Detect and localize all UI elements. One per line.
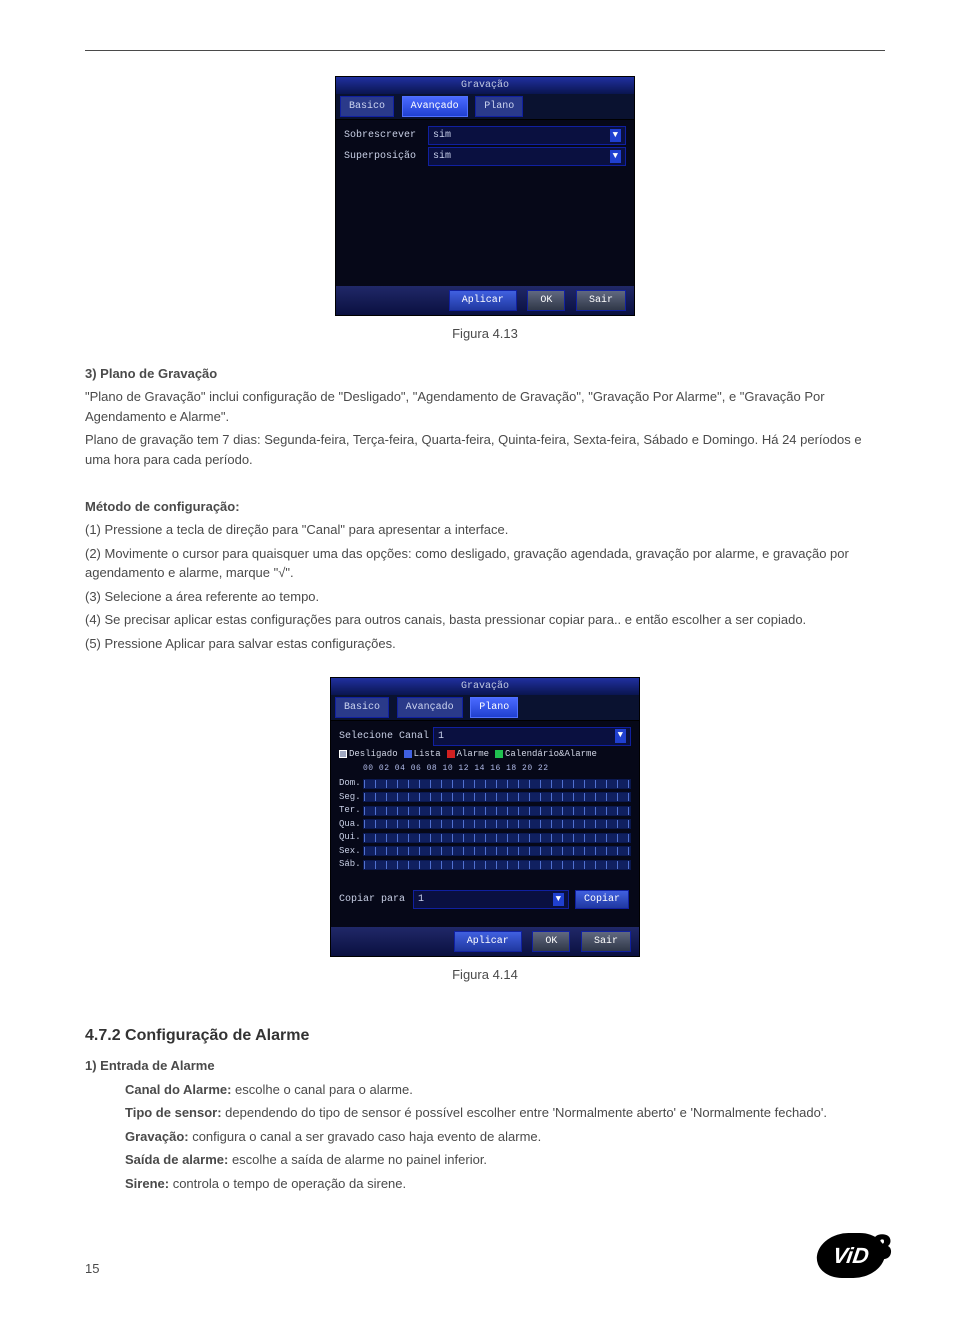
logo-vid8: ViD8 bbox=[817, 1233, 885, 1278]
legend: Desligado Lista Alarme Calendário&Alarme bbox=[339, 748, 631, 762]
timeline-bar[interactable] bbox=[363, 806, 631, 816]
chevron-down-icon: ▼ bbox=[553, 893, 564, 907]
method-step-5: (5) Pressione Aplicar para salvar estas … bbox=[85, 634, 885, 654]
aplicar-button[interactable]: Aplicar bbox=[449, 290, 517, 311]
tab-avancado[interactable]: Avançado bbox=[397, 697, 463, 718]
chevron-down-icon: ▼ bbox=[610, 150, 621, 164]
top-rule bbox=[85, 50, 885, 51]
tab-bar: Basico Avançado Plano bbox=[336, 94, 634, 120]
timeline-day-label: Ter. bbox=[339, 804, 363, 818]
timeline-bar[interactable] bbox=[363, 833, 631, 843]
page-number: 15 bbox=[85, 1259, 99, 1279]
chevron-down-icon: ▼ bbox=[615, 729, 626, 743]
alarm-item: Gravação: configura o canal a ser gravad… bbox=[125, 1127, 885, 1147]
tab-basico[interactable]: Basico bbox=[340, 96, 394, 117]
timeline-bar[interactable] bbox=[363, 860, 631, 870]
ok-button[interactable]: OK bbox=[532, 931, 570, 952]
figure-caption-2: Figura 4.14 bbox=[85, 965, 885, 985]
timeline-bar[interactable] bbox=[363, 792, 631, 802]
timeline-row: Sáb. bbox=[339, 858, 631, 872]
dialog-title: Gravação bbox=[331, 678, 639, 695]
swatch-lista bbox=[404, 750, 412, 758]
timeline-hours: 00 02 04 06 08 10 12 14 16 18 20 22 bbox=[339, 763, 631, 775]
select-copiar[interactable]: 1▼ bbox=[413, 890, 569, 909]
tab-plano[interactable]: Plano bbox=[475, 96, 523, 117]
sair-button[interactable]: Sair bbox=[581, 931, 631, 952]
label-copiar-para: Copiar para bbox=[339, 892, 409, 907]
alarm-item: Sirene: controla o tempo de operação da … bbox=[125, 1174, 885, 1194]
tab-bar: Basico Avançado Plano bbox=[331, 695, 639, 721]
timeline-row: Dom. bbox=[339, 777, 631, 791]
aplicar-button[interactable]: Aplicar bbox=[454, 931, 522, 952]
tab-basico[interactable]: Basico bbox=[335, 697, 389, 718]
timeline-row: Sex. bbox=[339, 845, 631, 859]
timeline-day-label: Qua. bbox=[339, 818, 363, 832]
dialog-gravacao-plano: Gravação Basico Avançado Plano Selecione… bbox=[330, 677, 640, 957]
timeline-bar[interactable] bbox=[363, 779, 631, 789]
label-superposicao: Superposição bbox=[344, 149, 424, 164]
copiar-button[interactable]: Copiar bbox=[575, 890, 629, 909]
chevron-down-icon: ▼ bbox=[610, 129, 621, 143]
method-step-3: (3) Selecione a área referente ao tempo. bbox=[85, 587, 885, 607]
method-step-4: (4) Se precisar aplicar estas configuraç… bbox=[85, 610, 885, 630]
sair-button[interactable]: Sair bbox=[576, 290, 626, 311]
timeline-bar[interactable] bbox=[363, 846, 631, 856]
ok-button[interactable]: OK bbox=[527, 290, 565, 311]
tab-plano[interactable]: Plano bbox=[470, 697, 518, 718]
label-sobrescrever: Sobrescrever bbox=[344, 128, 424, 143]
timeline-row: Qua. bbox=[339, 818, 631, 832]
figure-caption-1: Figura 4.13 bbox=[85, 324, 885, 344]
method-heading: Método de configuração: bbox=[85, 497, 885, 517]
section-3-p2: Plano de gravação tem 7 dias: Segunda-fe… bbox=[85, 430, 885, 469]
swatch-cal-alarme bbox=[495, 750, 503, 758]
select-canal[interactable]: 1▼ bbox=[433, 727, 631, 746]
timeline-day-label: Sex. bbox=[339, 845, 363, 859]
timeline-day-label: Qui. bbox=[339, 831, 363, 845]
timeline-row: Ter. bbox=[339, 804, 631, 818]
select-superposicao[interactable]: sim▼ bbox=[428, 147, 626, 166]
method-step-2: (2) Movimente o cursor para quaisquer um… bbox=[85, 544, 885, 583]
checkbox-desligado[interactable] bbox=[339, 750, 347, 758]
timeline-row: Qui. bbox=[339, 831, 631, 845]
timeline-row: Seg. bbox=[339, 791, 631, 805]
dialog-gravacao-avancado: Gravação Basico Avançado Plano Sobrescre… bbox=[335, 76, 635, 316]
timeline-day-label: Sáb. bbox=[339, 858, 363, 872]
dialog-title: Gravação bbox=[336, 77, 634, 94]
section-472-heading: 4.7.2 Configuração de Alarme bbox=[85, 1024, 885, 1048]
section-3-p1: "Plano de Gravação" inclui configuração … bbox=[85, 387, 885, 426]
timeline-bar[interactable] bbox=[363, 819, 631, 829]
section-3-heading: 3) Plano de Gravação bbox=[85, 364, 885, 384]
select-sobrescrever[interactable]: sim▼ bbox=[428, 126, 626, 145]
entrada-alarme-heading: 1) Entrada de Alarme bbox=[85, 1056, 885, 1076]
swatch-alarme bbox=[447, 750, 455, 758]
tab-avancado[interactable]: Avançado bbox=[402, 96, 468, 117]
label-selecione-canal: Selecione Canal bbox=[339, 729, 429, 744]
alarm-item: Saída de alarme: escolhe a saída de alar… bbox=[125, 1150, 885, 1170]
timeline-day-label: Seg. bbox=[339, 791, 363, 805]
method-step-1: (1) Pressione a tecla de direção para "C… bbox=[85, 520, 885, 540]
alarm-item: Canal do Alarme: escolhe o canal para o … bbox=[125, 1080, 885, 1100]
alarm-item: Tipo de sensor: dependendo do tipo de se… bbox=[125, 1103, 885, 1123]
timeline-day-label: Dom. bbox=[339, 777, 363, 791]
